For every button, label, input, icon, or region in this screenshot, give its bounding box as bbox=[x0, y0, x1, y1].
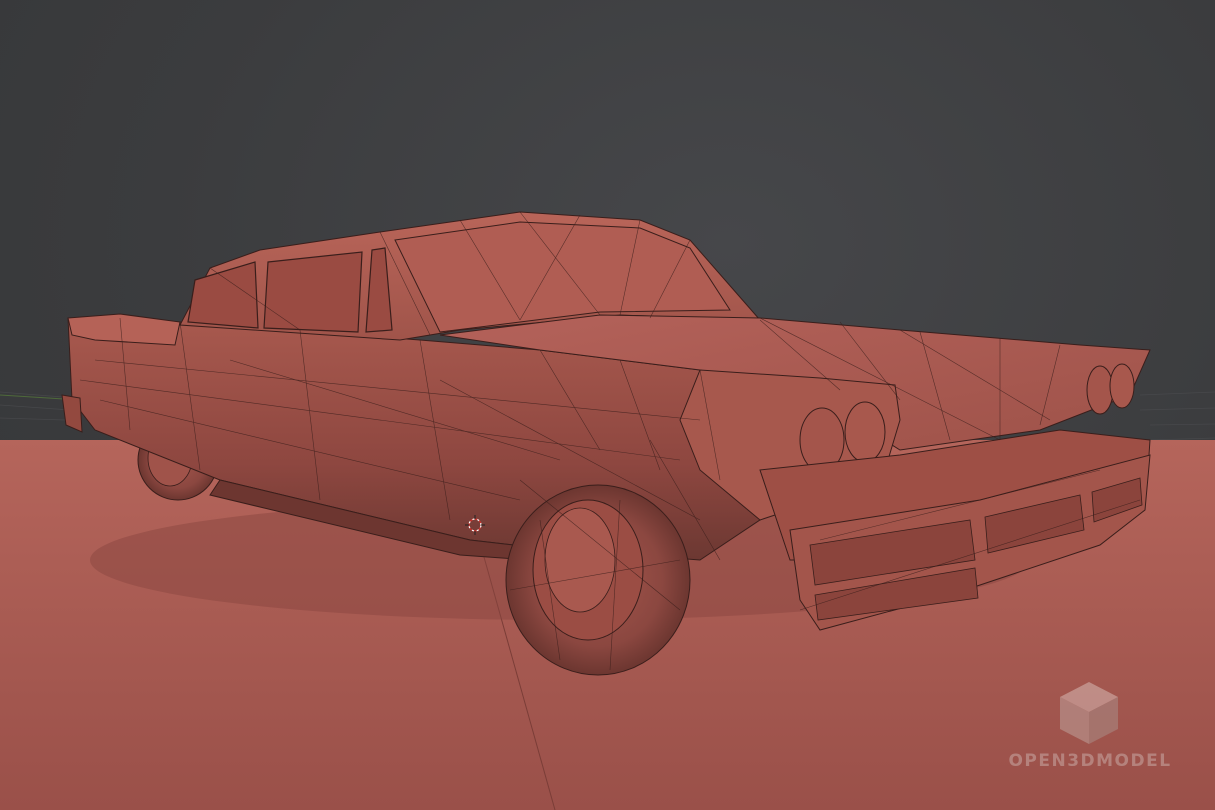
watermark: OPEN3DMODEL bbox=[1000, 680, 1180, 780]
3d-viewport[interactable]: OPEN3DMODEL bbox=[0, 0, 1215, 810]
front-wheel[interactable] bbox=[505, 484, 691, 676]
side-window-front bbox=[263, 251, 363, 333]
watermark-text: OPEN3DMODEL bbox=[1008, 751, 1172, 771]
rear-bumper bbox=[61, 394, 83, 433]
side-window-rear bbox=[187, 261, 259, 329]
cube-logo-icon bbox=[1060, 682, 1118, 744]
